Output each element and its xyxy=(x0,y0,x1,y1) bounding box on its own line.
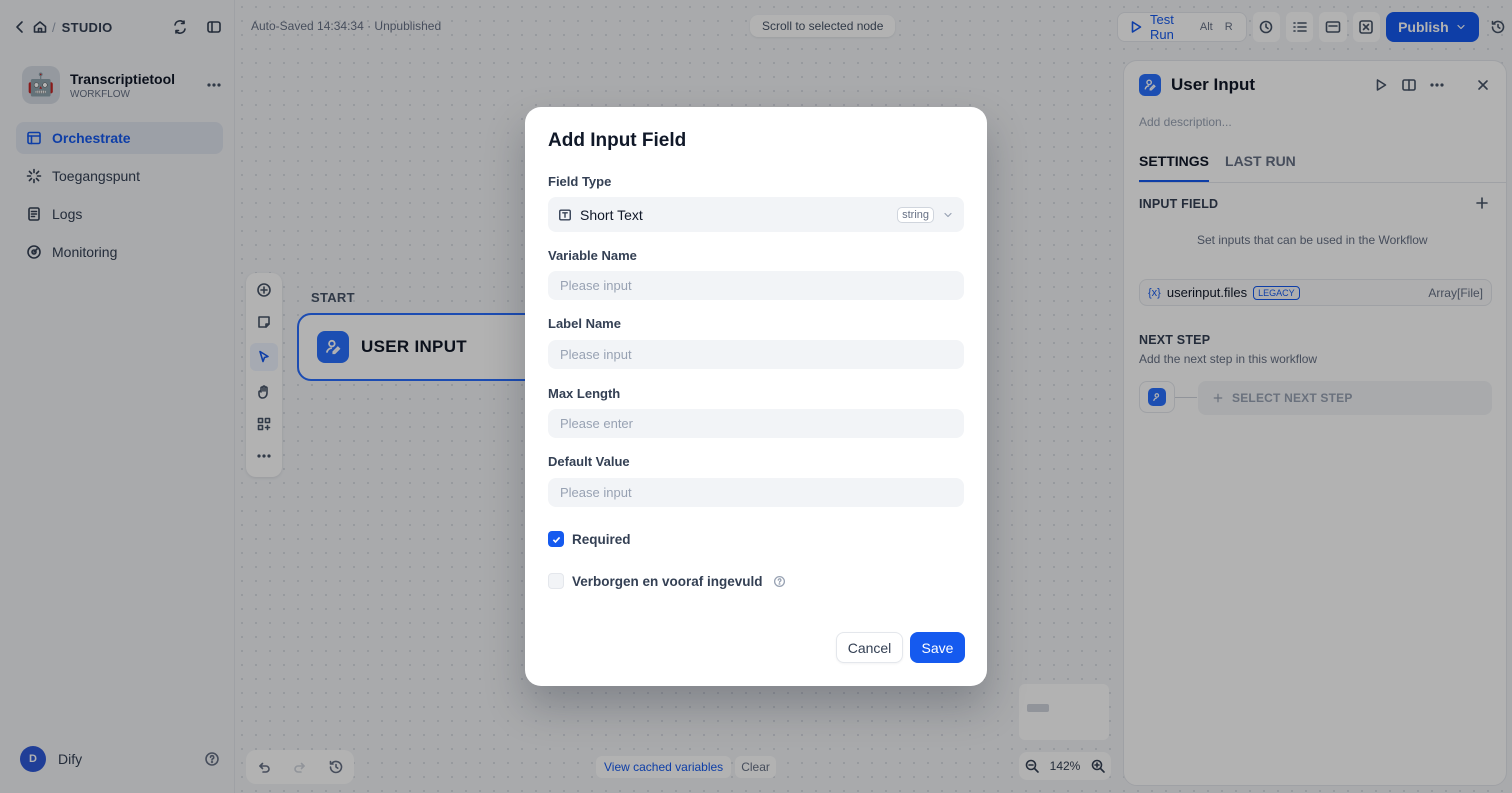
chevron-down-icon xyxy=(942,209,954,221)
hidden-checkbox-row[interactable]: Verborgen en vooraf ingevuld xyxy=(548,573,786,589)
hidden-prefilled-label: Verborgen en vooraf ingevuld xyxy=(572,573,763,589)
label-name-label: Label Name xyxy=(548,316,621,331)
variable-name-input[interactable] xyxy=(548,271,964,300)
default-value-label: Default Value xyxy=(548,454,630,469)
max-length-input[interactable] xyxy=(548,409,964,438)
max-length-label: Max Length xyxy=(548,386,621,401)
add-input-field-dialog: Add Input Field Field Type Short Text st… xyxy=(525,107,987,686)
field-type-value: Short Text xyxy=(580,206,643,223)
field-type-select[interactable]: Short Text string xyxy=(548,197,964,232)
field-type-label: Field Type xyxy=(548,174,612,189)
save-button[interactable]: Save xyxy=(910,632,965,663)
dialog-title: Add Input Field xyxy=(548,130,687,151)
label-name-input[interactable] xyxy=(548,340,964,369)
variable-name-label: Variable Name xyxy=(548,248,637,263)
field-type-badge: string xyxy=(897,206,934,223)
required-checkbox-row[interactable]: Required xyxy=(548,531,631,547)
cancel-button[interactable]: Cancel xyxy=(836,632,903,663)
required-checkbox[interactable] xyxy=(548,531,564,547)
hidden-prefilled-checkbox[interactable] xyxy=(548,573,564,589)
required-label: Required xyxy=(572,531,631,547)
text-input-icon xyxy=(558,208,572,222)
help-icon[interactable] xyxy=(773,575,786,588)
default-value-input[interactable] xyxy=(548,478,964,507)
